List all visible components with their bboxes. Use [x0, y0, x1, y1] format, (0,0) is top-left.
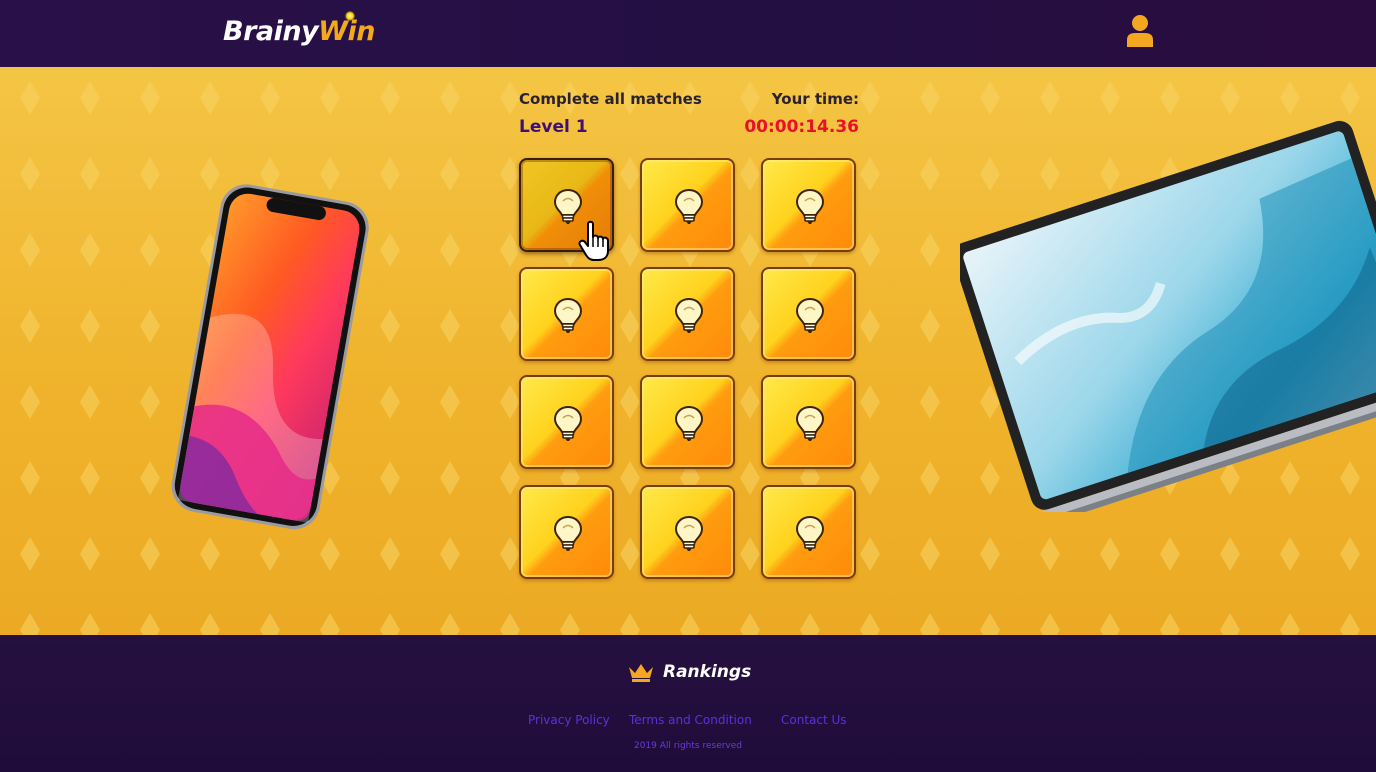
- logo-spark-icon: [345, 11, 355, 21]
- site-header: BrainyWin: [0, 0, 1376, 67]
- rankings-link[interactable]: Rankings: [627, 659, 751, 685]
- copyright-text: 2019 All rights reserved: [633, 741, 743, 751]
- lightbulb-icon: [795, 188, 825, 224]
- memory-card[interactable]: [761, 158, 856, 252]
- memory-card[interactable]: [761, 485, 856, 579]
- game-instruction: Complete all matches: [519, 90, 702, 108]
- level-indicator: Level 1: [519, 117, 588, 137]
- lightbulb-icon: [674, 297, 704, 333]
- lightbulb-icon: [795, 515, 825, 551]
- memory-card[interactable]: [761, 267, 856, 361]
- memory-card[interactable]: [640, 158, 735, 252]
- brainywin-logo[interactable]: BrainyWin: [223, 11, 375, 47]
- laptop-prize-image: [960, 120, 1376, 512]
- elapsed-timer: 00:00:14.36: [744, 117, 859, 137]
- memory-card[interactable]: [519, 158, 614, 261]
- memory-card[interactable]: [640, 485, 735, 579]
- lightbulb-icon: [553, 515, 583, 551]
- hand-pointer-cursor-icon: [578, 220, 609, 261]
- logo-text-win: Win: [318, 16, 375, 47]
- privacy-policy-link[interactable]: Privacy Policy: [528, 713, 610, 727]
- lightbulb-icon: [674, 515, 704, 551]
- user-account-icon[interactable]: [1124, 14, 1156, 48]
- rankings-label: Rankings: [663, 662, 752, 682]
- memory-card[interactable]: [640, 375, 735, 469]
- lightbulb-icon: [553, 297, 583, 333]
- time-label: Your time:: [771, 90, 859, 108]
- lightbulb-icon: [795, 405, 825, 441]
- lightbulb-icon: [674, 188, 704, 224]
- logo-text-brainy: Brainy: [223, 16, 319, 47]
- terms-link[interactable]: Terms and Condition: [629, 713, 752, 727]
- lightbulb-icon: [553, 405, 583, 441]
- lightbulb-icon: [795, 297, 825, 333]
- game-stage: Complete all matches Your time: Level 1 …: [0, 67, 1376, 635]
- memory-card[interactable]: [519, 267, 614, 361]
- crown-icon: [629, 664, 653, 682]
- site-footer: Rankings Privacy Policy Terms and Condit…: [0, 635, 1376, 772]
- memory-card[interactable]: [519, 485, 614, 579]
- memory-card[interactable]: [640, 267, 735, 361]
- memory-card[interactable]: [519, 375, 614, 469]
- lightbulb-icon: [674, 405, 704, 441]
- memory-card[interactable]: [761, 375, 856, 469]
- contact-us-link[interactable]: Contact Us: [781, 713, 847, 727]
- memory-game-panel: Complete all matches Your time: Level 1 …: [519, 67, 859, 635]
- smartphone-prize-image: [171, 184, 369, 530]
